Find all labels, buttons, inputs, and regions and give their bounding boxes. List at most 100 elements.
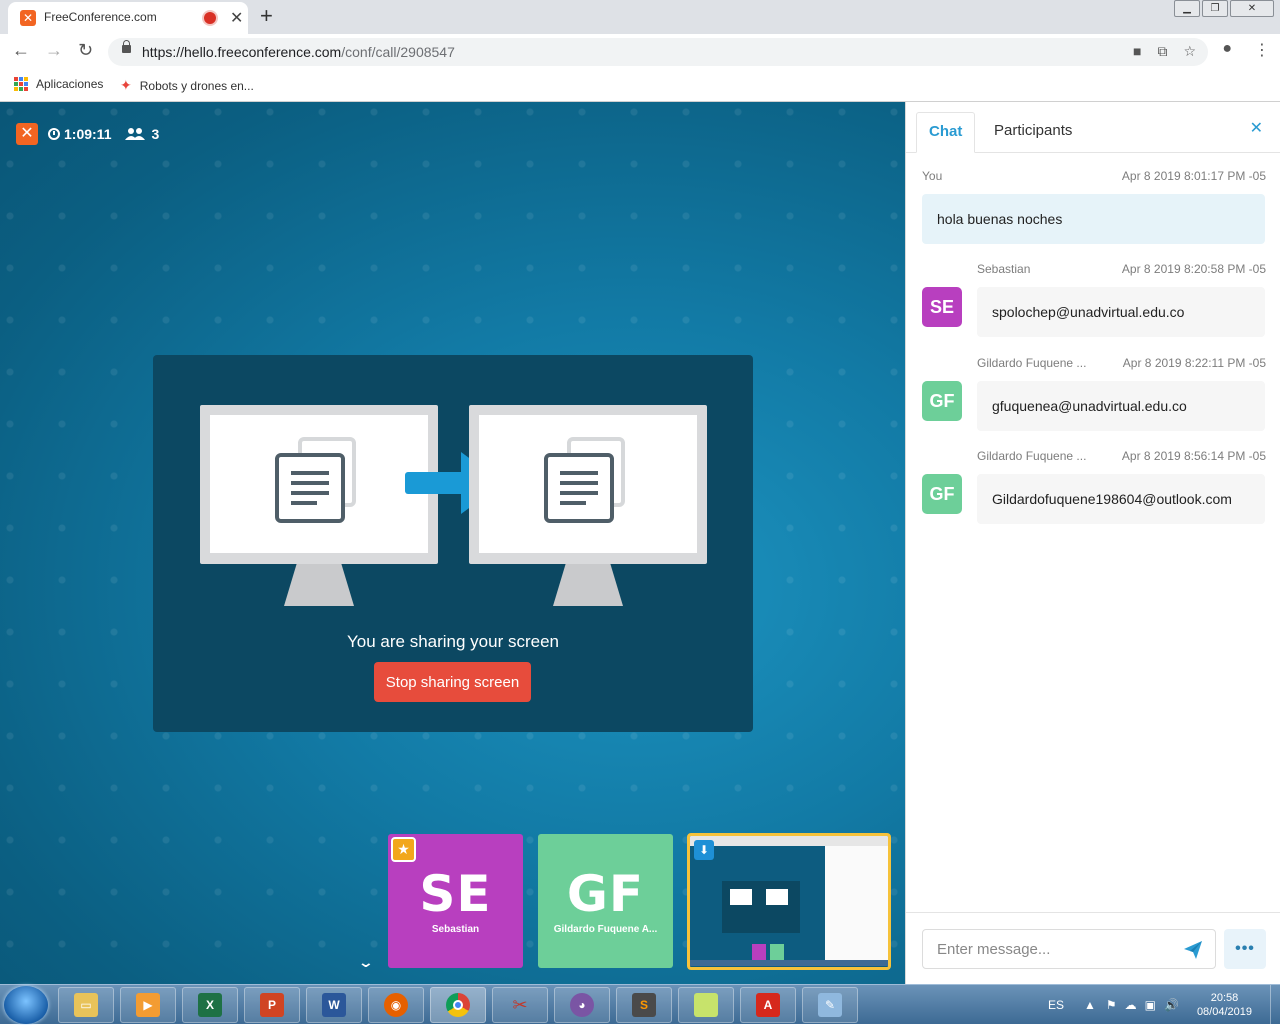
forward-icon[interactable]: → [45, 40, 63, 61]
window-controls: ▁ ❐ ✕ [1172, 0, 1274, 17]
tab-close-icon[interactable]: ✕ [230, 8, 243, 28]
show-desktop-button[interactable] [1270, 985, 1280, 1025]
participant-count[interactable]: 3 [125, 126, 159, 142]
freeconference-logo-icon: ✕ [16, 123, 38, 145]
message-time: Apr 8 2019 8:20:58 PM -05 [1121, 262, 1266, 276]
send-icon[interactable] [1184, 941, 1202, 959]
excel-taskbar-icon[interactable]: X [182, 987, 238, 1023]
bookmark-robots[interactable]: ✦ Robots y drones en... [120, 77, 254, 94]
conference-stage: ✕ 1:09:11 3 You are sharing your screen … [0, 102, 905, 984]
message-sender: Gildardo Fuquene ... [977, 449, 1087, 463]
explorer-taskbar-icon[interactable]: ▭ [58, 987, 114, 1023]
tile-name: Gildardo Fuquene A... [553, 924, 658, 935]
host-star-icon: ★ [391, 837, 416, 862]
new-tab-button[interactable]: + [260, 3, 273, 29]
participant-tile-gildardo[interactable]: GF Gildardo Fuquene A... [538, 834, 673, 968]
pin-icon: ⬇ [694, 840, 714, 860]
chrome-taskbar-icon[interactable] [430, 987, 486, 1023]
firefox-taskbar-icon[interactable]: ◉ [368, 987, 424, 1023]
sharing-status-text: You are sharing your screen [346, 632, 559, 651]
tile-initials: GF [566, 865, 645, 923]
bookmark-label: Aplicaciones [36, 77, 104, 91]
bookmark-label: Robots y drones en... [139, 78, 254, 93]
recording-indicator-icon [204, 12, 216, 24]
media-player-taskbar-icon[interactable]: ▶ [120, 987, 176, 1023]
panel-tabs: Chat Participants ✕ [906, 102, 1280, 153]
back-icon[interactable]: ← [12, 40, 30, 61]
clock-date: 08/04/2019 [1196, 1006, 1252, 1018]
tab-participants[interactable]: Participants [982, 112, 1084, 153]
volume-icon[interactable]: 🔊 [1164, 998, 1179, 1012]
menu-kebab-icon[interactable]: ⋮ [1254, 40, 1270, 60]
url-text[interactable]: https://hello.freeconference.com/conf/ca… [142, 44, 455, 60]
tile-name: Sebastian [431, 924, 480, 935]
url-host: https://hello.freeconference.com [142, 44, 342, 60]
more-options-button[interactable]: ••• [1224, 929, 1266, 969]
github-taskbar-icon[interactable]: ◕ [554, 987, 610, 1023]
sublime-taskbar-icon[interactable]: S [616, 987, 672, 1023]
sticky-notes-taskbar-icon[interactable] [678, 987, 734, 1023]
browser-tab[interactable]: ✕ FreeConference.com ✕ [8, 2, 248, 34]
action-center-icon[interactable]: ⚑ [1106, 998, 1117, 1012]
source-monitor-icon [200, 405, 438, 606]
snipping-tool-taskbar-icon[interactable]: ✂ [492, 987, 548, 1023]
profile-icon[interactable]: ● [1222, 40, 1232, 60]
tab-title: FreeConference.com [44, 10, 157, 24]
apps-grid-icon [14, 77, 28, 91]
windows-taskbar: ▭ ▶ X P W ◉ ✂ ◕ S A ✎ ES ▲ ⚑ ☁ ▣ 🔊 20:58… [0, 984, 1280, 1025]
message-time: Apr 8 2019 8:01:17 PM -05 [1121, 169, 1266, 183]
stop-sharing-button[interactable]: Stop sharing screen [374, 662, 531, 702]
powerpoint-taskbar-icon[interactable]: P [244, 987, 300, 1023]
translate-icon[interactable]: ⧉ [1157, 43, 1167, 60]
network-icon[interactable]: ▣ [1145, 998, 1156, 1012]
message-sender: You [922, 169, 943, 183]
call-timer: 1:09:11 [48, 126, 111, 142]
maximize-button[interactable]: ❐ [1202, 0, 1228, 17]
lock-icon [122, 40, 131, 53]
message-bubble: hola buenas noches [922, 194, 1265, 244]
call-info-bar: ✕ 1:09:11 3 [16, 123, 159, 145]
avatar: SE [922, 287, 962, 327]
message-time: Apr 8 2019 8:22:11 PM -05 [1122, 356, 1266, 370]
camera-icon[interactable]: ■ [1133, 43, 1141, 60]
tile-initials: SE [419, 865, 492, 923]
message-sender: Sebastian [977, 262, 1031, 276]
bookmark-apps[interactable]: Aplicaciones [14, 77, 103, 91]
word-taskbar-icon[interactable]: W [306, 987, 362, 1023]
call-duration: 1:09:11 [64, 126, 112, 142]
freeconference-favicon-icon: ✕ [20, 10, 36, 26]
message-composer: ••• [906, 912, 1280, 984]
collapse-tiles-chevron-icon[interactable]: ⌄ [358, 954, 374, 971]
bookmarks-bar: Aplicaciones ✦ Robots y drones en... [0, 70, 1280, 102]
browser-tab-strip: ✕ FreeConference.com ✕ + ▁ ❐ ✕ [0, 0, 1280, 34]
paint-taskbar-icon[interactable]: ✎ [802, 987, 858, 1023]
message-sender: Gildardo Fuquene ... [977, 356, 1087, 370]
minimize-button[interactable]: ▁ [1174, 0, 1200, 17]
tray-expand-icon[interactable]: ▲ [1084, 998, 1096, 1012]
language-indicator[interactable]: ES [1048, 998, 1064, 1012]
clock[interactable]: 20:58 08/04/2019 [1197, 991, 1252, 1019]
address-bar-row: ← → ↻ https://hello.freeconference.com/c… [0, 34, 1280, 70]
acrobat-taskbar-icon[interactable]: A [740, 987, 796, 1023]
onedrive-icon[interactable]: ☁ [1125, 998, 1137, 1012]
tab-chat[interactable]: Chat [916, 112, 976, 153]
message-input[interactable] [922, 929, 1216, 969]
window-close-button[interactable]: ✕ [1230, 0, 1274, 17]
people-icon [125, 128, 146, 140]
url-path: /conf/call/2908547 [341, 44, 455, 60]
message-time: Apr 8 2019 8:56:14 PM -05 [1121, 449, 1266, 463]
bookmark-star-icon[interactable]: ☆ [1183, 43, 1196, 60]
close-panel-icon[interactable]: ✕ [1250, 118, 1263, 138]
screen-share-thumbnail[interactable]: ⬇ [687, 833, 891, 970]
start-button-icon[interactable] [4, 986, 48, 1024]
bookmark-favicon-icon: ✦ [120, 77, 132, 93]
reload-icon[interactable]: ↻ [78, 40, 93, 61]
omnibox[interactable]: https://hello.freeconference.com/conf/ca… [108, 38, 1208, 66]
participant-count-value: 3 [151, 126, 160, 142]
avatar: GF [922, 381, 962, 421]
participant-tile-sebastian[interactable]: ★ SE Sebastian [388, 834, 523, 968]
target-monitor-icon [469, 405, 707, 606]
message-bubble: gfuquenea@unadvirtual.edu.co [977, 381, 1265, 431]
clock-time: 20:58 [1210, 992, 1239, 1004]
avatar: GF [922, 474, 962, 514]
